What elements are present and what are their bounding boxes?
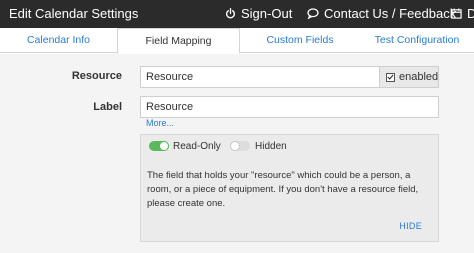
- checkbox-checked-icon: [386, 72, 395, 82]
- enabled-label: enabled: [399, 71, 439, 83]
- tab-custom-fields[interactable]: Custom Fields: [240, 28, 360, 53]
- tab-field-mapping[interactable]: Field Mapping: [117, 28, 240, 54]
- field-options-panel: Read-Only Hidden The field that holds yo…: [140, 134, 439, 242]
- read-only-toggle[interactable]: [149, 141, 169, 151]
- hide-link[interactable]: HIDE: [399, 221, 422, 231]
- power-icon: [225, 8, 236, 19]
- hidden-toggle[interactable]: [230, 141, 250, 151]
- tab-bar: Calendar Info Field Mapping Custom Field…: [0, 28, 474, 54]
- resource-input[interactable]: Resource: [140, 66, 380, 88]
- read-only-label: Read-Only: [173, 141, 221, 152]
- calendar-icon: [451, 8, 462, 19]
- tab-test-configuration[interactable]: Test Configuration: [360, 28, 474, 53]
- contact-feedback-label: Contact Us / Feedback: [324, 6, 457, 21]
- resource-enabled-toggle[interactable]: enabled: [379, 66, 439, 88]
- label-field-label: Label: [93, 101, 122, 113]
- resource-field-label: Resource: [71, 70, 122, 82]
- tab-calendar-info[interactable]: Calendar Info: [0, 28, 117, 53]
- label-input[interactable]: Resource: [140, 96, 439, 118]
- toggle-knob: [230, 141, 240, 151]
- app-title: Edit Calendar Settings: [9, 6, 139, 21]
- hidden-label: Hidden: [255, 141, 287, 152]
- toggle-knob: [159, 141, 169, 151]
- contact-feedback-link[interactable]: Contact Us / Feedback: [307, 6, 456, 21]
- more-link[interactable]: More...: [146, 118, 174, 128]
- calendar-nav-label: De: [467, 6, 474, 21]
- sign-out-link[interactable]: Sign-Out: [225, 6, 292, 21]
- sign-out-label: Sign-Out: [241, 6, 293, 21]
- field-description: The field that holds your "resource" whi…: [147, 170, 419, 209]
- calendar-nav-link[interactable]: De: [451, 6, 474, 21]
- top-bar: Edit Calendar Settings Sign-Out Contact …: [0, 0, 474, 28]
- chat-bubble-icon: [307, 8, 319, 19]
